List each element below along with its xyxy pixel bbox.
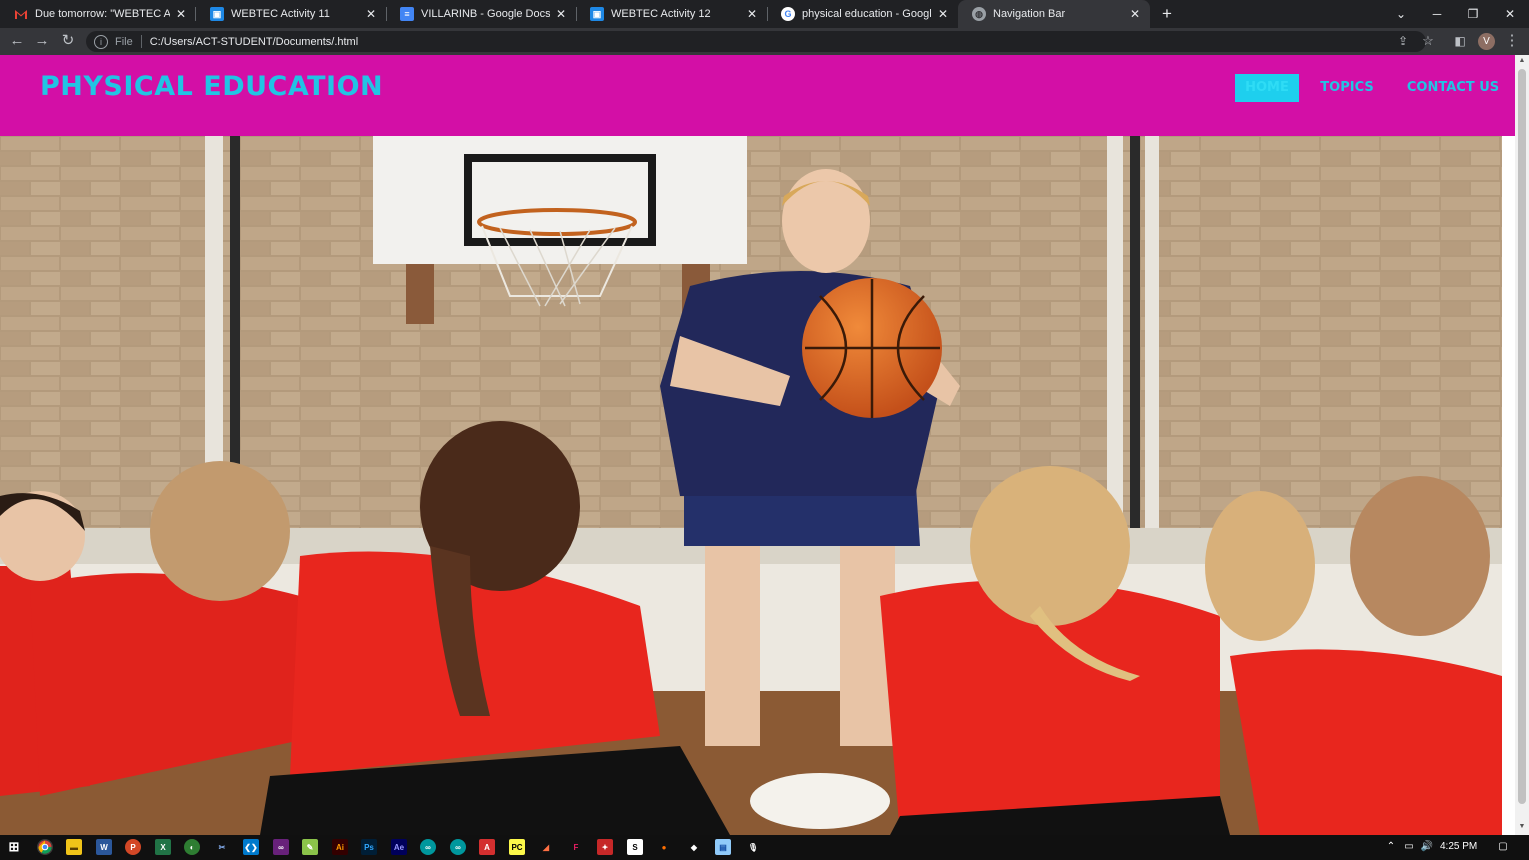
tab-webtec-activity-11[interactable]: ▣ WEBTEC Activity 11 ✕ (196, 0, 386, 28)
page-viewport: PHYSICAL EDUCATION HOME TOPICS CONTACT U… (0, 55, 1529, 835)
address-url[interactable]: C:/Users/ACT-STUDENT/Documents/.html (150, 36, 358, 48)
close-icon[interactable]: ✕ (1128, 7, 1142, 21)
scroll-up-icon[interactable]: ▲ (1515, 57, 1529, 67)
nav-contact-us[interactable]: CONTACT US (1398, 74, 1508, 102)
tab-title: WEBTEC Activity 12 (611, 8, 711, 20)
pycharm-icon[interactable]: PC (509, 839, 525, 855)
notepad-icon[interactable]: ▤ (715, 839, 731, 855)
nav-home[interactable]: HOME (1235, 74, 1299, 102)
close-icon[interactable]: ✕ (364, 7, 378, 21)
tab-google-search[interactable]: G physical education - Google Sear ✕ (767, 0, 958, 28)
close-icon[interactable]: ✕ (936, 7, 950, 21)
close-icon[interactable]: ✕ (554, 7, 568, 21)
taskbar-clock[interactable]: 4:25 PM (1440, 841, 1477, 852)
classroom-icon: ▣ (210, 7, 224, 21)
excel-icon[interactable]: X (155, 839, 171, 855)
tab-title: VILLARINB - Google Docs (421, 8, 550, 20)
tab-title: physical education - Google Sear (802, 8, 932, 20)
snipping-tool-icon[interactable]: ✂ (214, 839, 230, 855)
restore-icon[interactable]: ❐ (1462, 4, 1484, 24)
app-arrow-icon[interactable]: ◢ (538, 839, 554, 855)
tab-title: Due tomorrow: "WEBTEC Activity (35, 8, 170, 20)
volume-icon[interactable]: 🔊 (1420, 840, 1434, 854)
chrome-icon[interactable] (37, 839, 53, 855)
close-icon[interactable]: ✕ (174, 7, 188, 21)
scroll-down-icon[interactable]: ▼ (1515, 823, 1529, 833)
acrobat-icon[interactable]: A (479, 839, 495, 855)
docs-icon: ≡ (400, 7, 414, 21)
gmail-icon (14, 7, 28, 21)
classroom-icon: ▣ (590, 7, 604, 21)
window-close-icon[interactable]: ✕ (1499, 4, 1521, 24)
site-navbar: PHYSICAL EDUCATION HOME TOPICS CONTACT U… (0, 55, 1515, 136)
file-explorer-icon[interactable]: ▬ (66, 839, 82, 855)
forward-icon[interactable]: → (32, 31, 52, 51)
after-effects-icon[interactable]: Ae (391, 839, 407, 855)
microphone-icon[interactable]: 🎙 (745, 839, 761, 855)
illustrator-icon[interactable]: Ai (332, 839, 348, 855)
tab-webtec-activity-12[interactable]: ▣ WEBTEC Activity 12 ✕ (576, 0, 767, 28)
notepad-plus-icon[interactable]: ✎ (302, 839, 318, 855)
globe-icon: ◍ (972, 7, 986, 21)
menu-kebab-icon[interactable]: ⋮ (1502, 31, 1522, 51)
app-diamond-icon[interactable]: ◆ (686, 839, 702, 855)
tray-chevron-icon[interactable]: ⌃ (1384, 840, 1398, 854)
address-scheme: File (115, 35, 133, 48)
photoshop-icon[interactable]: Ps (361, 839, 377, 855)
new-tab-button[interactable]: + (1158, 4, 1176, 24)
bookmark-star-icon[interactable]: ☆ (1418, 31, 1438, 51)
page-scrollbar[interactable]: ▲ ▼ (1515, 55, 1529, 835)
profile-avatar[interactable]: V (1478, 33, 1495, 50)
arduino-2-icon[interactable]: ∞ (450, 839, 466, 855)
nav-topics[interactable]: TOPICS (1312, 74, 1382, 102)
app-icon[interactable]: ◐ (184, 839, 200, 855)
figma-icon[interactable]: F (568, 839, 584, 855)
steam-icon[interactable]: S (627, 839, 643, 855)
tab-gmail[interactable]: Due tomorrow: "WEBTEC Activity ✕ (0, 0, 196, 28)
notification-icon[interactable]: ▢ (1496, 840, 1510, 854)
word-icon[interactable]: W (96, 839, 112, 855)
close-icon[interactable]: ✕ (745, 7, 759, 21)
vscode-icon[interactable]: ❮❯ (243, 839, 259, 855)
browser-toolbar: ← → ↻ i File C:/Users/ACT-STUDENT/Docume… (0, 28, 1529, 55)
back-icon[interactable]: ← (7, 31, 27, 51)
visual-studio-icon[interactable]: ∞ (273, 839, 289, 855)
site-title: PHYSICAL EDUCATION (40, 71, 384, 102)
tab-title: WEBTEC Activity 11 (231, 8, 330, 20)
app-flame-icon[interactable]: ● (656, 839, 672, 855)
info-icon[interactable]: i (94, 34, 108, 49)
network-icon[interactable]: ▭ (1402, 840, 1416, 854)
reload-icon[interactable]: ↻ (58, 31, 78, 51)
app-red-icon[interactable]: ✦ (597, 839, 613, 855)
google-icon: G (781, 7, 795, 21)
arduino-icon[interactable]: ∞ (420, 839, 436, 855)
side-panel-icon[interactable]: ◧ (1450, 31, 1470, 51)
browser-tab-strip: Due tomorrow: "WEBTEC Activity ✕ ▣ WEBTE… (0, 0, 1529, 28)
hero-photo-illustration (0, 136, 1502, 835)
minimize-icon[interactable]: ─ (1426, 4, 1448, 24)
scrollbar-thumb[interactable] (1518, 69, 1526, 804)
address-bar[interactable]: i File C:/Users/ACT-STUDENT/Documents/.h… (86, 31, 1426, 52)
powerpoint-icon[interactable]: P (125, 839, 141, 855)
tab-title: Navigation Bar (993, 8, 1066, 20)
tab-navigation-bar[interactable]: ◍ Navigation Bar ✕ (958, 0, 1150, 28)
share-icon[interactable]: ⇪ (1393, 31, 1413, 51)
tab-search-icon[interactable]: ⌄ (1390, 4, 1412, 24)
windows-taskbar: ⊞ ▬ W P X ◐ ✂ ❮❯ ∞ ✎ Ai Ps Ae ∞ ∞ A PC ◢… (0, 835, 1529, 860)
tab-google-docs[interactable]: ≡ VILLARINB - Google Docs ✕ (386, 0, 576, 28)
hero-image (0, 136, 1502, 835)
windows-start-icon[interactable]: ⊞ (6, 839, 22, 855)
